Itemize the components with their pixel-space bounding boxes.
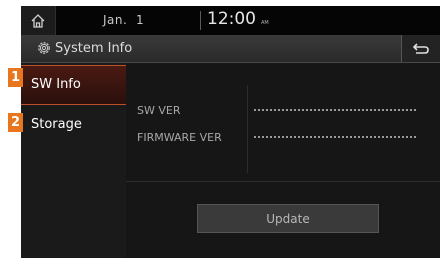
callout-2: 2 [8,113,23,132]
firmware-ver-label: FIRMWARE VER [137,131,222,144]
home-button[interactable] [21,6,56,35]
page-title: System Info [55,41,133,56]
sidebar-item-sw-info[interactable]: SW Info [21,65,126,105]
back-button[interactable] [401,35,440,62]
sidebar-item-label: SW Info [31,77,81,92]
back-arrow-icon [412,42,429,54]
info-panel: SW VER FIRMWARE VER Update [126,63,440,258]
sw-ver-value [254,109,416,113]
clock-time: 12:00 [207,9,256,29]
sw-ver-label: SW VER [137,104,181,117]
title-bar: System Info [21,35,440,63]
sidebar-item-storage[interactable]: Storage [21,106,126,144]
firmware-ver-value [254,136,416,140]
status-divider [200,11,201,30]
home-icon [31,13,45,28]
divider [247,85,248,173]
gear-icon [38,42,50,54]
sidebar-item-label: Storage [31,117,82,132]
sidebar: SW Info Storage [21,63,126,258]
clock-ampm: AM [261,20,269,26]
screen: Jan. 1 12:00 AM System Info SW Info Stor… [21,6,440,258]
divider [126,181,440,182]
status-bar: Jan. 1 12:00 AM [21,6,440,35]
date-text: Jan. 1 [103,13,145,27]
callout-1: 1 [8,68,23,87]
update-button[interactable]: Update [197,204,379,233]
